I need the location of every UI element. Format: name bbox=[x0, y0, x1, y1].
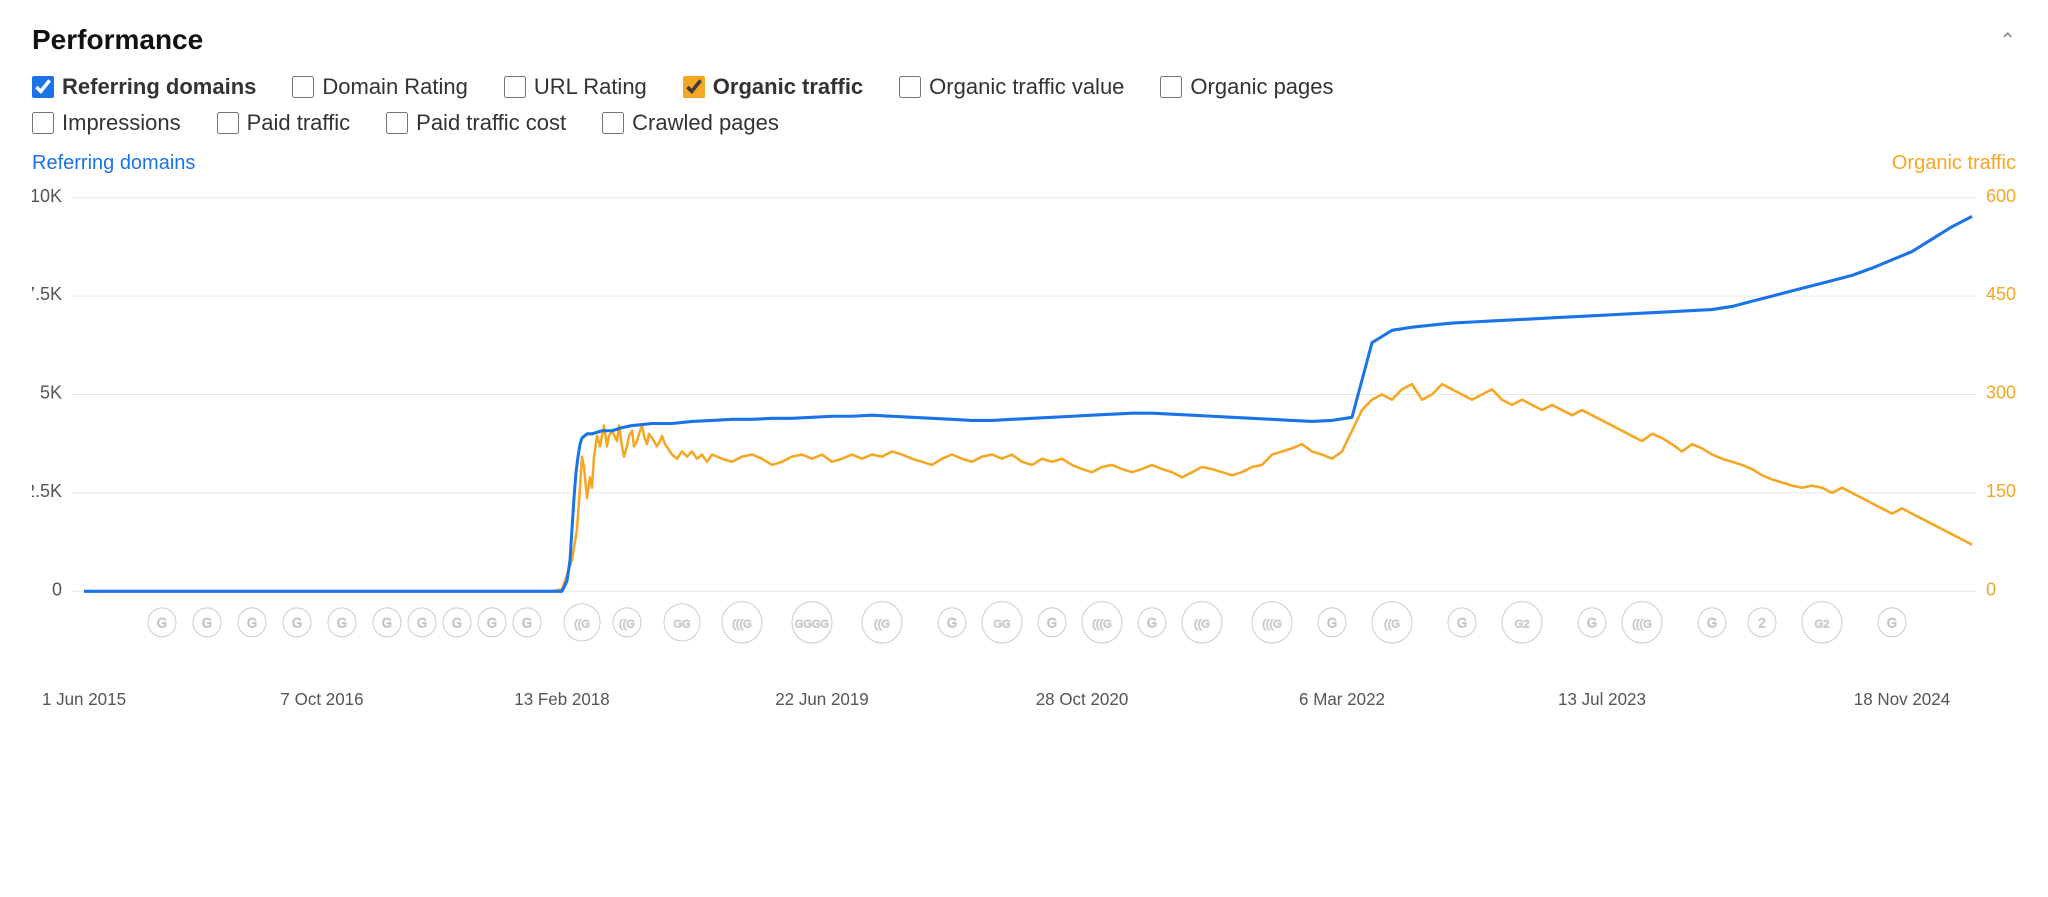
performance-panel: Performance ⌃ Referring domains Domain Ra… bbox=[0, 0, 2048, 773]
svg-text:G: G bbox=[1887, 615, 1897, 630]
axis-labels: Referring domains Organic traffic bbox=[32, 152, 2016, 175]
panel-title: Performance bbox=[32, 24, 203, 56]
left-axis-label: Referring domains bbox=[32, 152, 195, 175]
svg-text:(((G: (((G bbox=[1262, 618, 1282, 630]
svg-text:0: 0 bbox=[1986, 578, 1996, 599]
svg-text:1 Jun 2015: 1 Jun 2015 bbox=[42, 689, 126, 709]
impressions-label: Impressions bbox=[62, 110, 181, 136]
svg-text:G: G bbox=[1147, 615, 1157, 630]
organic-pages-label: Organic pages bbox=[1190, 74, 1333, 100]
crawled-pages-label: Crawled pages bbox=[632, 110, 779, 136]
checkbox-row-1: Referring domains Domain Rating URL Rating… bbox=[32, 74, 2016, 100]
svg-text:((G: ((G bbox=[1384, 618, 1400, 630]
checkbox-item-domain-rating[interactable]: Domain Rating bbox=[292, 74, 468, 100]
checkbox-item-organic-traffic[interactable]: Organic traffic bbox=[683, 74, 863, 100]
svg-text:600K: 600K bbox=[1986, 185, 2016, 206]
svg-text:G: G bbox=[1047, 615, 1057, 630]
panel-header: Performance ⌃ bbox=[32, 24, 2016, 56]
collapse-button[interactable]: ⌃ bbox=[1999, 28, 2016, 53]
url-rating-checkbox[interactable] bbox=[504, 76, 526, 98]
checkbox-item-referring-domains[interactable]: Referring domains bbox=[32, 74, 256, 100]
organic-traffic-line bbox=[84, 384, 1972, 591]
svg-text:7.5K: 7.5K bbox=[32, 283, 63, 304]
crawled-pages-checkbox[interactable] bbox=[602, 112, 624, 134]
svg-text:G: G bbox=[1707, 615, 1717, 630]
chart-area: Referring domains Organic traffic 10K 7.… bbox=[32, 152, 2016, 757]
checkbox-item-url-rating[interactable]: URL Rating bbox=[504, 74, 647, 100]
svg-text:150K: 150K bbox=[1986, 480, 2016, 501]
referring-domains-line bbox=[84, 216, 1972, 591]
url-rating-label: URL Rating bbox=[534, 74, 647, 100]
svg-text:(((G: (((G bbox=[732, 618, 752, 630]
svg-text:13 Feb 2018: 13 Feb 2018 bbox=[514, 689, 609, 709]
organic-traffic-label: Organic traffic bbox=[713, 74, 863, 100]
svg-text:10K: 10K bbox=[32, 185, 63, 206]
svg-text:G: G bbox=[382, 615, 392, 630]
checkbox-item-impressions[interactable]: Impressions bbox=[32, 110, 181, 136]
svg-text:GGGG: GGGG bbox=[795, 618, 829, 630]
svg-text:G: G bbox=[452, 615, 462, 630]
organic-pages-checkbox[interactable] bbox=[1160, 76, 1182, 98]
svg-text:7 Oct 2016: 7 Oct 2016 bbox=[280, 689, 363, 709]
checkbox-item-paid-traffic[interactable]: Paid traffic bbox=[217, 110, 351, 136]
svg-text:G: G bbox=[522, 615, 532, 630]
svg-text:13 Jul 2023: 13 Jul 2023 bbox=[1558, 689, 1646, 709]
paid-traffic-cost-checkbox[interactable] bbox=[386, 112, 408, 134]
svg-text:G2: G2 bbox=[1515, 618, 1530, 630]
paid-traffic-checkbox[interactable] bbox=[217, 112, 239, 134]
svg-text:((G: ((G bbox=[574, 618, 590, 630]
referring-domains-checkbox[interactable] bbox=[32, 76, 54, 98]
paid-traffic-cost-label: Paid traffic cost bbox=[416, 110, 566, 136]
right-axis-label: Organic traffic bbox=[1892, 152, 2016, 175]
svg-text:0: 0 bbox=[52, 578, 62, 599]
svg-text:5K: 5K bbox=[40, 381, 63, 402]
svg-text:18 Nov 2024: 18 Nov 2024 bbox=[1854, 689, 1951, 709]
svg-text:((G: ((G bbox=[1194, 618, 1210, 630]
svg-text:(((G: (((G bbox=[1092, 618, 1112, 630]
svg-text:G: G bbox=[487, 615, 497, 630]
referring-domains-label: Referring domains bbox=[62, 74, 256, 100]
svg-text:6 Mar 2022: 6 Mar 2022 bbox=[1299, 689, 1385, 709]
organic-traffic-value-checkbox[interactable] bbox=[899, 76, 921, 98]
domain-rating-checkbox[interactable] bbox=[292, 76, 314, 98]
checkbox-item-crawled-pages[interactable]: Crawled pages bbox=[602, 110, 779, 136]
svg-text:G: G bbox=[157, 615, 167, 630]
svg-text:2: 2 bbox=[1758, 615, 1765, 630]
svg-text:GG: GG bbox=[673, 618, 690, 630]
chart-svg: 10K 7.5K 5K 2.5K 0 600K 450K 300K 150K 0… bbox=[32, 177, 2016, 757]
checkbox-row-2: Impressions Paid traffic Paid traffic cost… bbox=[32, 110, 2016, 136]
svg-text:G: G bbox=[417, 615, 427, 630]
svg-text:450K: 450K bbox=[1986, 283, 2016, 304]
checkbox-item-organic-traffic-value[interactable]: Organic traffic value bbox=[899, 74, 1124, 100]
svg-text:G2: G2 bbox=[1815, 618, 1830, 630]
impressions-checkbox[interactable] bbox=[32, 112, 54, 134]
organic-traffic-value-label: Organic traffic value bbox=[929, 74, 1124, 100]
checkbox-item-paid-traffic-cost[interactable]: Paid traffic cost bbox=[386, 110, 566, 136]
svg-text:G: G bbox=[1457, 615, 1467, 630]
svg-text:28 Oct 2020: 28 Oct 2020 bbox=[1036, 689, 1129, 709]
checkbox-item-organic-pages[interactable]: Organic pages bbox=[1160, 74, 1333, 100]
svg-text:GG: GG bbox=[993, 618, 1010, 630]
paid-traffic-label: Paid traffic bbox=[247, 110, 351, 136]
svg-text:((G: ((G bbox=[874, 618, 890, 630]
svg-text:G: G bbox=[1587, 615, 1597, 630]
chart-wrapper: 10K 7.5K 5K 2.5K 0 600K 450K 300K 150K 0… bbox=[32, 177, 2016, 757]
svg-text:G: G bbox=[947, 615, 957, 630]
svg-text:G: G bbox=[1327, 615, 1337, 630]
domain-rating-label: Domain Rating bbox=[322, 74, 468, 100]
svg-text:G: G bbox=[292, 615, 302, 630]
svg-text:((G: ((G bbox=[619, 618, 635, 630]
svg-text:2.5K: 2.5K bbox=[32, 480, 63, 501]
svg-text:300K: 300K bbox=[1986, 381, 2016, 402]
svg-text:G: G bbox=[337, 615, 347, 630]
svg-text:22 Jun 2019: 22 Jun 2019 bbox=[775, 689, 869, 709]
svg-text:(((G: (((G bbox=[1632, 618, 1652, 630]
organic-traffic-checkbox[interactable] bbox=[683, 76, 705, 98]
svg-text:G: G bbox=[247, 615, 257, 630]
svg-text:G: G bbox=[202, 615, 212, 630]
